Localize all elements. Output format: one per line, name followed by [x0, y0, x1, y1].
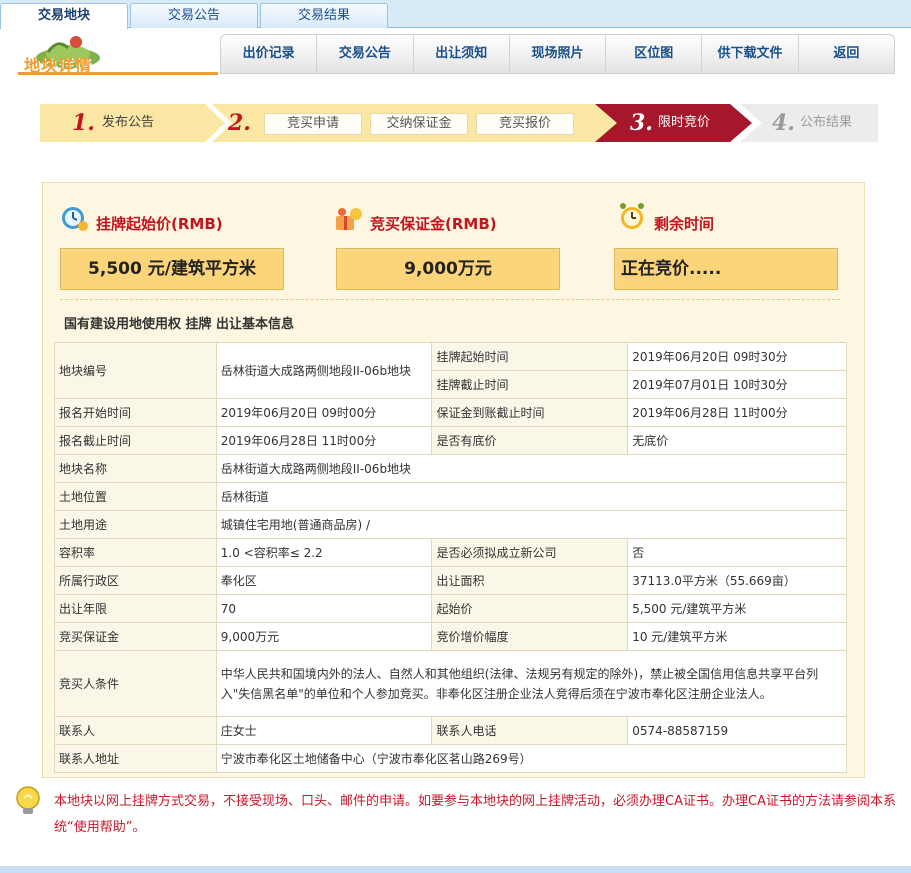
table-row: 土地位置 岳林街道	[54, 482, 848, 511]
notice-text: 本地块以网上挂牌方式交易，不接受现场、口头、邮件的申请。如要参与本地块的网上挂牌…	[54, 794, 896, 835]
cell-label: 地块编号	[54, 342, 217, 399]
nav-location-map[interactable]: 区位图	[606, 35, 703, 73]
cell-label: 出让面积	[431, 566, 629, 595]
cell-value: 2019年07月01日 10时30分	[627, 370, 847, 399]
progress-steps: 1. 发布公告 2. 竞买申请 交纳保证金 竞买报价 3. 限时竞价 4. 公布…	[40, 104, 878, 142]
remaining-time-value: 正在竞价.....	[614, 248, 838, 290]
cell-value: 城镇住宅用地(普通商品房) /	[215, 510, 848, 539]
info-table: 地块编号 岳林街道大成路两侧地段II-06b地块 挂牌起始时间 2019年06月…	[54, 342, 848, 773]
table-row: 联系人地址 宁波市奉化区土地储备中心（宁波市奉化区茗山路269号）	[54, 744, 848, 773]
cell-value: 岳林街道	[215, 482, 848, 511]
step-4-label: 公布结果	[800, 115, 853, 130]
cell-label: 挂牌截止时间	[431, 370, 629, 399]
remaining-time-title: 剩余时间	[654, 215, 715, 233]
cell-label: 是否有底价	[431, 426, 629, 455]
cell-value: 70	[215, 594, 433, 623]
cell-value: 奉化区	[215, 566, 433, 595]
cell-label: 土地位置	[54, 482, 217, 511]
cell-value: 2019年06月28日 11时00分	[627, 398, 847, 427]
cell-value: 2019年06月20日 09时30分	[627, 342, 847, 371]
cell-label: 竞价增价幅度	[431, 622, 629, 651]
table-row: 出让年限 70 起始价 5,500 元/建筑平方米	[54, 594, 847, 623]
page-logo: 地块详情	[18, 32, 218, 76]
step-4-number: 4.	[772, 110, 795, 136]
cell-value: 9,000万元	[215, 622, 433, 651]
tab-results[interactable]: 交易结果	[260, 3, 388, 28]
cell-value: 中华人民共和国境内外的法人、自然人和其他组织(法律、法规另有规定的除外)，禁止被…	[215, 650, 848, 717]
cell-label: 竞买保证金	[54, 622, 217, 651]
table-row: 联系人 庄女士 联系人电话 0574-88587159	[54, 716, 847, 745]
substep-quote: 竞买报价	[476, 113, 574, 135]
cell-label: 是否必须拟成立新公司	[431, 538, 629, 567]
cell-label: 报名开始时间	[54, 398, 217, 427]
cell-label: 联系人电话	[431, 716, 629, 745]
divider	[60, 299, 840, 300]
tab-announcements[interactable]: 交易公告	[130, 3, 258, 28]
nav-announcement[interactable]: 交易公告	[317, 35, 414, 73]
cell-label: 所属行政区	[54, 566, 217, 595]
table-row: 土地用途 城镇住宅用地(普通商品房) /	[54, 510, 848, 539]
deposit-title: 竞买保证金(RMB)	[370, 215, 497, 233]
cell-label: 容积率	[54, 538, 217, 567]
top-tab-bar: 交易地块 交易公告 交易结果	[0, 0, 911, 29]
step-3-number: 3.	[630, 110, 653, 136]
cell-value: 5,500 元/建筑平方米	[627, 594, 847, 623]
cell-value: 岳林街道大成路两侧地段II-06b地块	[215, 454, 848, 483]
detail-nav: 出价记录 交易公告 出让须知 现场照片 区位图 供下载文件 返回	[220, 34, 895, 74]
section-title: 国有建设用地使用权 挂牌 出让基本信息	[64, 317, 295, 332]
table-row: 地块名称 岳林街道大成路两侧地段II-06b地块	[54, 454, 848, 483]
nav-downloads[interactable]: 供下载文件	[702, 35, 799, 73]
cell-value: 否	[627, 538, 847, 567]
table-row: 竞买保证金 9,000万元 竞价增价幅度 10 元/建筑平方米	[54, 622, 847, 651]
cell-label: 保证金到账截止时间	[431, 398, 629, 427]
step-1-number: 1.	[72, 110, 95, 136]
gift-coin-icon	[336, 208, 362, 230]
cell-label: 地块名称	[54, 454, 217, 483]
nav-bid-records[interactable]: 出价记录	[221, 35, 318, 73]
cell-value: 10 元/建筑平方米	[627, 622, 847, 651]
alarm-clock-icon	[620, 203, 644, 229]
cell-value: 37113.0平方米（55.669亩）	[627, 566, 847, 595]
nav-back[interactable]: 返回	[799, 35, 894, 73]
nav-site-photos[interactable]: 现场照片	[510, 35, 607, 73]
step-2-number: 2.	[228, 110, 251, 136]
cell-label: 起始价	[431, 594, 629, 623]
clock-coin-icon	[62, 207, 88, 231]
lightbulb-icon	[16, 786, 40, 814]
substep-apply: 竞买申请	[264, 113, 362, 135]
cell-value: 0574-88587159	[627, 716, 847, 745]
nav-transfer-notice[interactable]: 出让须知	[414, 35, 510, 73]
tab-land-plots[interactable]: 交易地块	[0, 3, 128, 29]
cell-label: 联系人地址	[54, 744, 217, 773]
deposit-value: 9,000万元	[336, 248, 560, 290]
cell-label: 挂牌起始时间	[431, 342, 629, 371]
substep-deposit: 交纳保证金	[370, 113, 468, 135]
table-row: 报名截止时间 2019年06月28日 11时00分 是否有底价 无底价	[54, 426, 847, 455]
step-3-label: 限时竞价	[658, 115, 711, 130]
start-price-title: 挂牌起始价(RMB)	[96, 215, 223, 233]
cell-value: 岳林街道大成路两侧地段II-06b地块	[215, 342, 433, 399]
step-1-label: 发布公告	[102, 115, 155, 130]
table-row: 地块编号 岳林街道大成路两侧地段II-06b地块 挂牌起始时间 2019年06月…	[54, 342, 847, 399]
start-price-value: 5,500 元/建筑平方米	[60, 248, 284, 290]
cell-value: 庄女士	[215, 716, 433, 745]
table-row: 竞买人条件 中华人民共和国境内外的法人、自然人和其他组织(法律、法规另有规定的除…	[54, 650, 848, 717]
cell-label: 竞买人条件	[54, 650, 217, 717]
cell-label: 报名截止时间	[54, 426, 217, 455]
cell-value: 2019年06月20日 09时00分	[215, 398, 433, 427]
table-row: 报名开始时间 2019年06月20日 09时00分 保证金到账截止时间 2019…	[54, 398, 847, 427]
cell-label: 联系人	[54, 716, 217, 745]
table-row: 容积率 1.0 <容积率≤ 2.2 是否必须拟成立新公司 否	[54, 538, 847, 567]
cell-label: 出让年限	[54, 594, 217, 623]
cell-label: 土地用途	[54, 510, 217, 539]
cell-value: 宁波市奉化区土地储备中心（宁波市奉化区茗山路269号）	[215, 744, 848, 773]
cell-value: 无底价	[627, 426, 847, 455]
table-row: 所属行政区 奉化区 出让面积 37113.0平方米（55.669亩）	[54, 566, 847, 595]
cell-value: 2019年06月28日 11时00分	[215, 426, 433, 455]
logo-underline	[18, 72, 218, 75]
bottom-bar	[0, 866, 911, 873]
cell-value: 1.0 <容积率≤ 2.2	[215, 538, 433, 567]
